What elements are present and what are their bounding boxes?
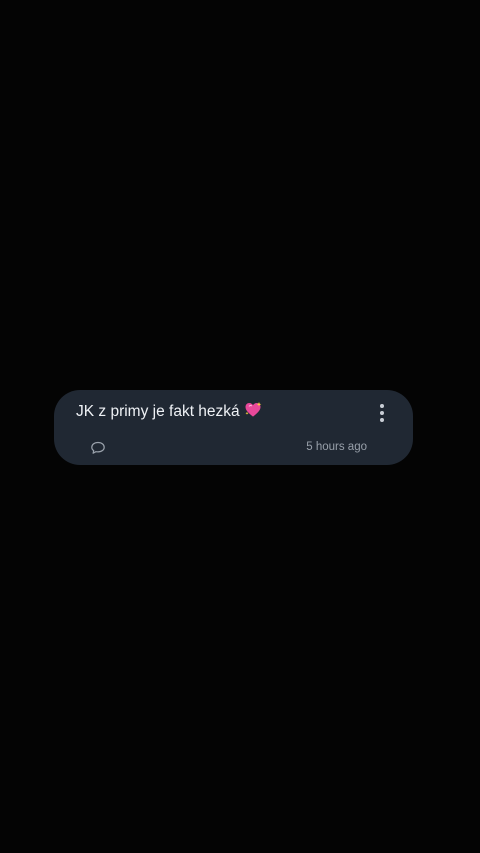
post-card[interactable]: JK z primy je fakt hezká 5 hours ago (54, 390, 413, 465)
post-timestamp: 5 hours ago (306, 441, 367, 453)
more-options-icon[interactable] (373, 402, 391, 424)
post-text: JK z primy je fakt hezká (76, 403, 240, 420)
screen: { "post": { "text": "JK z primy je fakt … (0, 0, 480, 853)
sparkling-heart-icon (244, 401, 262, 423)
comment-icon[interactable] (90, 440, 106, 456)
post-text-row: JK z primy je fakt hezká (76, 401, 262, 423)
